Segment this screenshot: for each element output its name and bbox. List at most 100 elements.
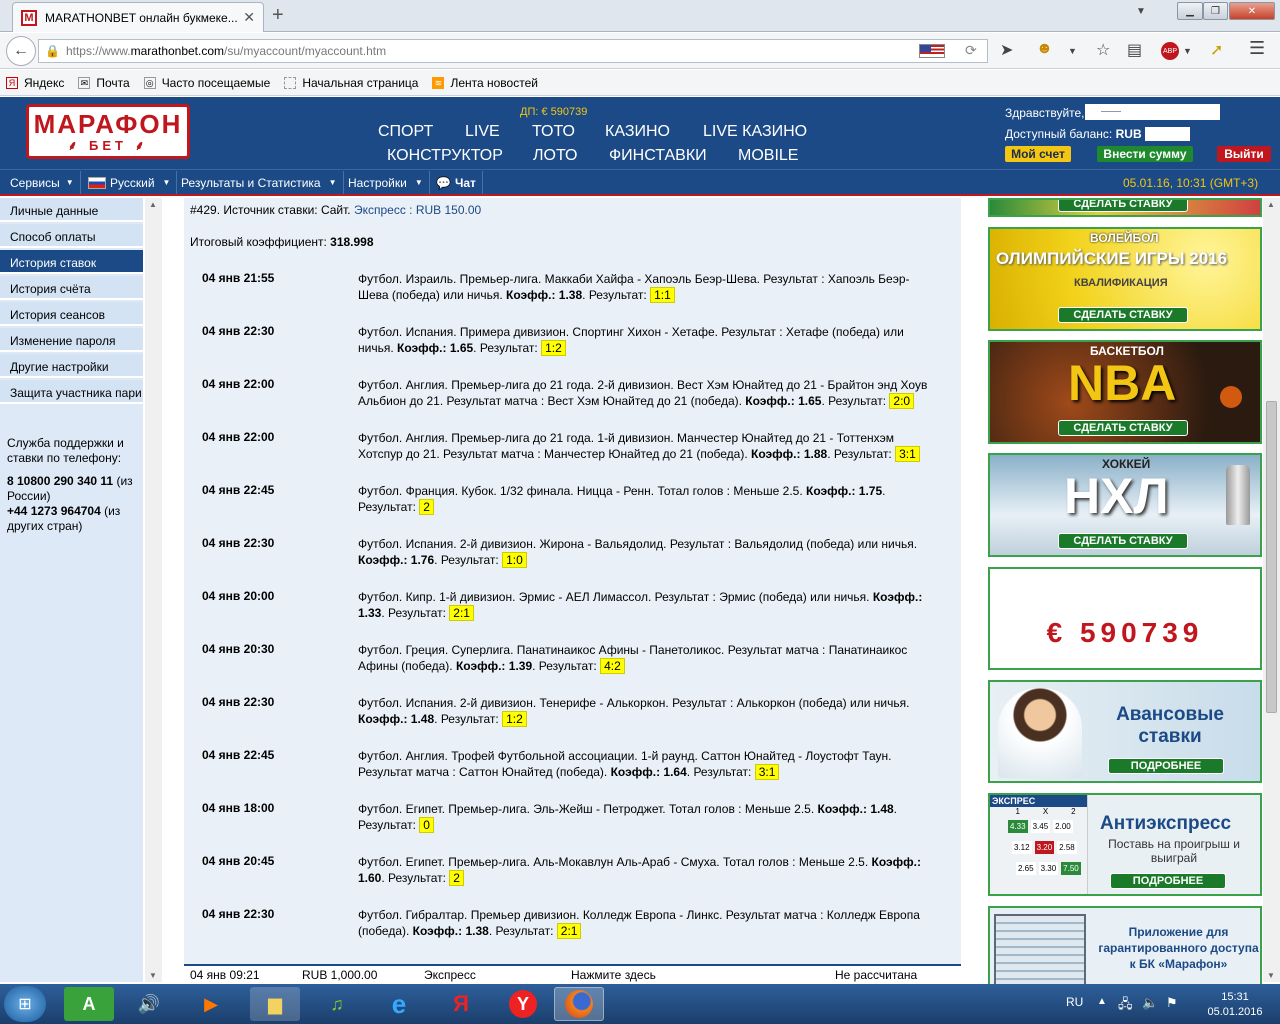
minimize-button[interactable]: ▁ [1177,2,1203,20]
tray-chevron-icon[interactable]: ▲ [1097,996,1107,1007]
menu-toto[interactable]: ТОТО [532,123,575,141]
more-button[interactable]: ПОДРОБНЕЕ [1110,873,1226,889]
windows-start-button[interactable]: ⊞ [4,986,46,1022]
woman-with-money-image [998,688,1082,778]
taskbar-clock[interactable]: 15:31 05.01.2016 [1200,990,1270,1020]
sidebar-item-payment-method[interactable]: Способ оплаты [0,224,143,248]
make-bet-button[interactable]: СДЕЛАТЬ СТАВКУ [1058,307,1188,323]
network-icon[interactable]: 🖧 [1118,995,1133,1017]
bet-leg-result: 3:1 [754,764,780,780]
services-dropdown[interactable]: Сервисы ▼ [4,171,81,194]
bet-leg-coef: 1.38 [465,924,489,938]
menu-loto[interactable]: ЛОТО [533,147,577,165]
input-language[interactable]: RU [1066,995,1083,1009]
extension-chevron-icon[interactable]: ▼ [1068,46,1077,56]
menu-sport[interactable]: СПОРТ [378,123,433,141]
banner-nba[interactable]: БАСКЕТБОЛ NBA СДЕЛАТЬ СТАВКУ [988,340,1262,444]
taskbar-file-explorer-icon[interactable]: ▆ [250,987,300,1021]
taskbar-media-player-icon[interactable]: ▶ [186,987,236,1021]
banner-antiexpress[interactable]: ЭКСПРЕС 1X2 4.33 3.45 2.00 3.12 3.20 2.58 2.… [988,793,1262,896]
bet-leg-result: 2:1 [449,605,474,621]
chat-button[interactable]: 💬 Чат [430,171,483,194]
taskbar-firefox-icon[interactable] [554,987,604,1021]
menu-finstavki[interactable]: ФИНСТАВКИ [609,147,707,165]
bookmark-homepage[interactable]: Начальная страница [284,76,418,90]
close-tab-icon[interactable]: ✕ [243,9,255,26]
reading-list-icon[interactable]: ▤ [1127,40,1142,60]
taskbar-music-icon[interactable]: ♫ [312,987,362,1021]
banner-jackpot[interactable]: € 590739 [988,567,1262,670]
bet-leg-description: Футбол. Греция. Суперлига. Панатинаикос … [358,643,908,674]
bookmark-mail[interactable]: ✉ Почта [78,76,130,90]
menu-live-casino[interactable]: LIVE КАЗИНО [703,123,807,141]
make-bet-button[interactable]: СДЕЛАТЬ СТАВКУ [1058,533,1188,549]
banner-top-partial[interactable]: СДЕЛАТЬ СТАВКУ [988,198,1262,217]
app-screenshot-image [994,914,1086,984]
bookmark-frequent[interactable]: ◎ Часто посещаемые [143,76,270,90]
page-scrollbar[interactable]: ▲ ▼ [1263,198,1280,982]
browser-tab[interactable]: M MARATHONBET онлайн букмеке... ✕ [12,2,264,32]
menu-hamburger-icon[interactable]: ☰ [1249,38,1265,59]
extension-face-icon[interactable]: ☻ [1036,40,1053,58]
taskbar-speaker-app-icon[interactable]: 🔊 [124,987,174,1021]
sidebar-item-account-history[interactable]: История счёта [0,276,143,300]
menu-constructor[interactable]: КОНСТРУКТОР [387,147,503,165]
adblock-icon[interactable]: ABP [1161,42,1179,60]
sidebar-item-personal-data[interactable]: Личные данные [0,198,143,222]
menu-casino[interactable]: КАЗИНО [605,123,670,141]
bookmark-yandex[interactable]: Я Яндекс [6,76,64,90]
sidebar-item-change-password[interactable]: Изменение пароля [0,328,143,352]
bookmark-star-icon[interactable]: ☆ [1096,40,1110,60]
bet-leg-coef: 1.48 [870,802,894,816]
deposit-button[interactable]: Внести сумму [1097,146,1193,162]
sidebar-item-bet-history[interactable]: История ставок [0,250,143,274]
bet-leg-time: 04 янв 22:00 [202,377,275,391]
bet-leg-coef: 1.60 [358,871,382,885]
address-bar[interactable]: 🔒 https://www. marathonbet.com/su/myaccou… [38,39,988,63]
taskbar-yandex-icon[interactable]: Я [436,987,486,1021]
my-account-button[interactable]: Мой счет [1005,146,1071,162]
scrollbar-thumb[interactable] [1266,401,1277,713]
banner-app[interactable]: Приложение для гарантированного доступа … [988,906,1262,984]
settings-dropdown[interactable]: Настройки ▼ [342,171,430,194]
taskbar-ie-icon[interactable]: e [374,987,424,1021]
more-button[interactable]: ПОДРОБНЕЕ [1108,758,1224,774]
tab-list-chevron-icon[interactable]: ▼ [1136,6,1146,17]
marathon-logo[interactable]: МАРАФОН ⸙ БЕТ ⸙ [26,104,190,159]
reload-icon[interactable]: ⟳ [965,42,977,59]
taskbar-app-a-icon[interactable]: A [64,987,114,1021]
menu-live[interactable]: LIVE [465,123,500,141]
make-bet-button[interactable]: СДЕЛАТЬ СТАВКУ [1058,200,1188,212]
adblock-chevron-icon[interactable]: ▼ [1183,46,1192,56]
banner-advance-bets[interactable]: Авансовые ставки ПОДРОБНЕЕ [988,680,1262,783]
bet-leg-time: 04 янв 22:30 [202,324,275,338]
sidebar-item-bettor-protection[interactable]: Защита участника пари [0,380,143,404]
maximize-button[interactable]: ❐ [1203,2,1228,20]
results-stats-dropdown[interactable]: Результаты и Статистика ▼ [175,171,344,194]
banner-volleyball[interactable]: ВОЛЕЙБОЛ ОЛИМПИЙСКИЕ ИГРЫ 2016 КВАЛИФИКА… [988,227,1262,331]
taskbar-yandex-browser-icon[interactable]: Y [498,987,548,1021]
language-dropdown[interactable]: Русский ▼ [82,171,178,194]
sidebar-item-other-settings[interactable]: Другие настройки [0,354,143,378]
basketball-icon [1220,386,1242,408]
bet-type-link[interactable]: Экспресс : RUB 150.00 [354,203,481,217]
volume-icon[interactable]: 🔈 [1142,995,1158,1011]
send-icon[interactable]: ➤ [1000,40,1013,60]
menu-mobile[interactable]: MOBILE [738,147,798,165]
left-scrollbar[interactable]: ▲ ▼ [145,198,162,982]
sidebar-item-session-history[interactable]: История сеансов [0,302,143,326]
bookmark-news[interactable]: ≋ Лента новостей [432,76,538,90]
make-bet-button[interactable]: СДЕЛАТЬ СТАВКУ [1058,420,1188,436]
back-button[interactable]: ← [6,36,36,66]
cursor-icon[interactable]: ➚ [1210,40,1223,60]
logout-button[interactable]: Выйти [1217,146,1271,162]
next-bet-details-link[interactable]: Нажмите здесь [571,968,656,982]
close-window-button[interactable]: ✕ [1229,2,1275,20]
new-tab-button[interactable]: + [272,4,284,27]
rss-icon: ≋ [432,76,445,89]
bet-leg-coef: 1.39 [508,659,533,673]
banner-nhl[interactable]: ХОККЕЙ НХЛ СДЕЛАТЬ СТАВКУ [988,453,1262,557]
page-icon [284,76,297,89]
bet-leg-time: 04 янв 20:00 [202,589,275,603]
notification-flag-icon[interactable]: ⚑ [1166,995,1178,1011]
